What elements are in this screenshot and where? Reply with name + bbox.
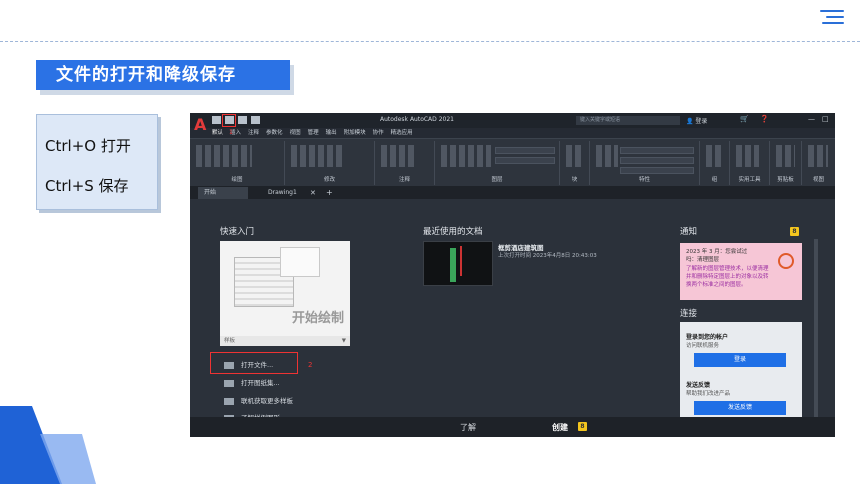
tab-start[interactable]: 开始 — [198, 187, 248, 199]
menu-tab-parametric[interactable]: 参数化 — [266, 128, 283, 138]
help-icon[interactable]: ❓ — [760, 115, 769, 123]
ribbon-label: 绘图 — [231, 177, 243, 183]
open-sheetset-label: 打开图纸集... — [241, 379, 280, 387]
feedback-subtitle: 帮助我们改进产品 — [686, 391, 731, 397]
search-input[interactable]: 键入关键字或短语 — [576, 116, 680, 125]
login-label: 登录 — [695, 118, 708, 125]
ribbon-label: 视图 — [812, 177, 824, 183]
ribbon-label: 修改 — [323, 177, 335, 183]
ribbon-label: 组 — [711, 177, 718, 183]
ribbon-label: 注释 — [398, 177, 410, 183]
template-label: 样板 — [224, 338, 236, 344]
ribbon-group-modify[interactable]: 修改 — [285, 141, 375, 185]
window-title: Autodesk AutoCAD 2021 — [380, 116, 454, 123]
template-icon — [224, 397, 234, 405]
ribbon-label: 剪贴板 — [777, 177, 794, 183]
ribbon-label: 块 — [571, 177, 578, 183]
app-titlebar: A Autodesk AutoCAD 2021 键入关键字或短语 👤 登录 🛒 … — [190, 113, 835, 134]
notification-card[interactable]: 2023 年 3 月：您尝试过 吗：清理图层 了解新的图层管理技术，以便清理并和… — [680, 243, 802, 300]
menu-tab-collaborate[interactable]: 协作 — [373, 128, 384, 138]
autocad-logo: A — [194, 115, 207, 134]
ribbon-label: 实用工具 — [738, 177, 761, 183]
sheetset-icon — [224, 379, 234, 387]
ribbon-group-properties[interactable]: 特性 — [590, 141, 700, 185]
connect-heading: 连接 — [680, 309, 698, 319]
learn-tab[interactable]: 了解 — [460, 422, 476, 433]
menu-tab-manage[interactable]: 管理 — [308, 128, 319, 138]
ribbon-group-block[interactable]: 块 — [560, 141, 590, 185]
create-tab[interactable]: 创建 — [552, 422, 568, 433]
signin-title: 登录到您的帐户 — [686, 334, 729, 341]
ribbon-label: 特性 — [638, 177, 650, 183]
header-divider — [0, 41, 860, 42]
ribbon-label: 图层 — [491, 177, 503, 183]
decorative-shape — [0, 406, 96, 484]
lightbulb-icon — [778, 253, 794, 269]
recent-doc-date: 上次打开时间 2023年4月8日 20:43:03 — [498, 253, 597, 259]
signin-button[interactable]: 登录 — [694, 353, 786, 367]
file-tab-bar: 开始 Drawing1 ✕ + — [190, 186, 835, 199]
minimize-icon[interactable]: — — [808, 115, 815, 123]
open-highlight — [222, 114, 236, 127]
ribbon-group-annotate[interactable]: 注释 — [375, 141, 435, 185]
step-2-label: 2 — [308, 361, 313, 369]
cart-icon[interactable]: 🛒 — [740, 115, 749, 123]
notification-body: 了解新的图层管理技术，以便清理并和删除特定图层上的对象以及转换两个标准之间的图层… — [686, 266, 769, 288]
save-icon[interactable] — [238, 116, 247, 124]
open-sheetset-item[interactable]: 打开图纸集... — [224, 377, 280, 387]
template-dropdown[interactable]: 样板 ▼ — [220, 336, 350, 346]
chevron-down-icon: ▼ — [341, 338, 346, 344]
ribbon-group-utilities[interactable]: 实用工具 — [730, 141, 770, 185]
shortcut-save: Ctrl+S 保存 — [45, 177, 129, 195]
login-button[interactable]: 👤 登录 — [686, 116, 707, 125]
quick-access-toolbar — [212, 116, 260, 124]
notifications-heading: 通知 — [680, 227, 698, 237]
start-page: 快速入门 开始绘制 样板 ▼ 打开文件... 2 打开图纸集... 联机获取更多样… — [190, 199, 835, 422]
print-icon[interactable] — [251, 116, 260, 124]
new-tab-icon[interactable]: + — [326, 187, 333, 199]
tab-drawing1[interactable]: Drawing1 — [262, 187, 332, 199]
notification-count-badge: 8 — [790, 227, 799, 236]
autocad-screenshot: A Autodesk AutoCAD 2021 键入关键字或短语 👤 登录 🛒 … — [190, 113, 835, 437]
open-highlight-box — [210, 352, 298, 374]
recent-heading: 最近使用的文档 — [423, 227, 483, 237]
menu-tab-featured[interactable]: 精选应用 — [391, 128, 413, 138]
step-1-label: 1 — [229, 129, 233, 136]
feedback-button[interactable]: 发送反馈 — [694, 401, 786, 415]
menu-tab-addins[interactable]: 附加模块 — [344, 128, 366, 138]
menu-tab-annotate[interactable]: 注释 — [248, 128, 259, 138]
menu-tab-default[interactable]: 默认 — [212, 128, 223, 138]
ribbon-menu: 默认 插入 注释 参数化 视图 管理 输出 附加模块 协作 精选应用 — [212, 128, 413, 138]
signin-subtitle: 访问联机服务 — [686, 343, 720, 349]
ribbon-group-view[interactable]: 视图 — [802, 141, 835, 185]
ribbon-panel: 绘图 修改 注释 图层 块 特性 组 实用工具 剪贴板 视图 — [190, 138, 835, 186]
slide-title: 文件的打开和降级保存 — [36, 60, 290, 90]
online-templates-label: 联机获取更多样板 — [241, 397, 293, 405]
new-file-icon[interactable] — [212, 116, 221, 124]
maximize-icon[interactable]: □ — [822, 115, 829, 123]
shortcut-box: Ctrl+O 打开 Ctrl+S 保存 — [36, 114, 158, 210]
scrollbar[interactable] — [814, 239, 818, 417]
recent-doc-thumbnail[interactable] — [423, 241, 493, 286]
menu-icon[interactable] — [820, 10, 844, 26]
start-drawing-template[interactable]: 开始绘制 — [220, 241, 350, 336]
quick-start-heading: 快速入门 — [220, 227, 255, 237]
menu-tab-output[interactable]: 输出 — [326, 128, 337, 138]
shortcut-open: Ctrl+O 打开 — [45, 137, 131, 155]
start-drawing-label: 开始绘制 — [291, 311, 344, 326]
ribbon-group-layers[interactable]: 图层 — [435, 141, 560, 185]
feedback-title: 发送反馈 — [686, 382, 711, 389]
ribbon-group-groups[interactable]: 组 — [700, 141, 730, 185]
connect-card: 登录到您的帐户 访问联机服务 登录 发送反馈 帮助我们改进产品 发送反馈 — [680, 322, 802, 417]
menu-tab-view[interactable]: 视图 — [290, 128, 301, 138]
notification-line1: 2023 年 3 月：您尝试过 — [686, 249, 748, 255]
notification-line2: 吗：清理图层 — [686, 257, 720, 263]
create-badge: 8 — [578, 422, 587, 431]
ribbon-group-clipboard[interactable]: 剪贴板 — [770, 141, 802, 185]
online-templates-item[interactable]: 联机获取更多样板 — [224, 395, 293, 405]
bottom-bar: 了解 创建 8 — [190, 417, 835, 437]
ribbon-group-draw[interactable]: 绘图 — [190, 141, 285, 185]
close-tab-icon[interactable]: ✕ — [310, 187, 316, 199]
